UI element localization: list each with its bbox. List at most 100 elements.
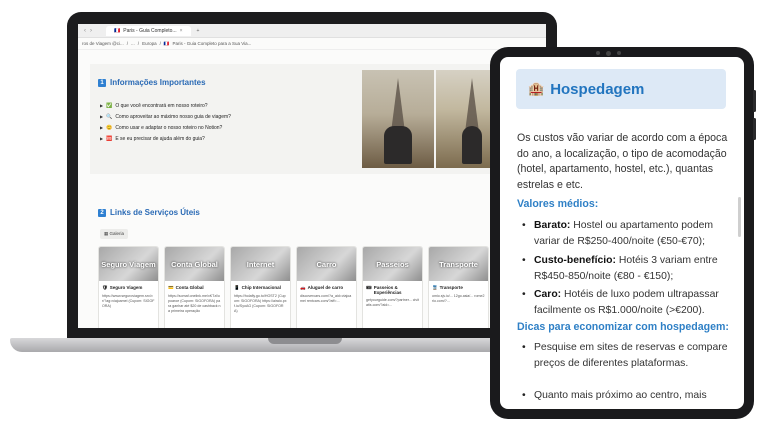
card-title: 🚗 Aluguel de carro: [297, 281, 356, 293]
eiffel-couple-photo: [362, 70, 434, 168]
card-cover: Seguro Viagem: [99, 247, 158, 281]
camera-icon: [596, 51, 600, 55]
breadcrumb-item[interactable]: Europa: [142, 41, 157, 46]
breadcrumb-item[interactable]: Paris - Guia Completo para a Sua Via...: [172, 41, 251, 46]
card-title-text: Aluguel de carro: [307, 285, 344, 290]
card-title-text: Conta Global: [175, 285, 204, 290]
card-cover: Passeios: [363, 247, 422, 281]
hotel-icon: 🏨: [528, 81, 545, 96]
toggle-item-text: Como usar e adaptar o nosso roteiro no N…: [115, 124, 223, 131]
couple-figure: [462, 126, 482, 164]
gallery-card[interactable]: Carro 🚗 Aluguel de carro discovercars.com…: [296, 246, 357, 328]
card-description: https://holafly.go.to/HOST2 (Cupom: SIGO…: [234, 294, 287, 313]
back-icon[interactable]: ‹: [84, 28, 86, 34]
tab-title: Paris - Guia Completo...: [123, 27, 177, 34]
list-item: Pesquise em sites de reservas e compare …: [520, 340, 734, 371]
list-item: Quanto mais próximo ao centro, mais: [520, 388, 734, 404]
browser-tab[interactable]: 🇫🇷 Paris - Guia Completo... ×: [106, 25, 191, 36]
camera-icon: [606, 51, 611, 56]
toggle-item[interactable]: ▶ 😊 Como usar e adaptar o nosso roteiro …: [100, 122, 231, 133]
card-cover: Internet: [231, 247, 290, 281]
card-description: discovercars.com/?a_aid=viajoamei rentca…: [300, 294, 352, 303]
gallery-card[interactable]: Conta Global 💳 Conta Global https://somaf…: [164, 246, 225, 328]
ticket-icon: 🎟: [366, 285, 372, 290]
new-tab-button[interactable]: +: [197, 28, 200, 34]
section1-title: Informações Importantes: [110, 78, 206, 87]
list-item-label: Caro:: [534, 289, 562, 300]
card-title: 🚆 Transporte: [429, 281, 488, 293]
scrollbar-thumb[interactable]: [738, 197, 741, 237]
tablet-side-button: [753, 90, 756, 112]
train-icon: 🚆: [432, 285, 438, 290]
caret-right-icon[interactable]: ▶: [100, 125, 103, 130]
breadcrumb-separator: /: [126, 41, 129, 46]
tips-heading: Dicas para economizar com hospedagem:: [517, 321, 729, 333]
sos-icon: 🆘: [106, 135, 113, 142]
caret-right-icon[interactable]: ▶: [100, 114, 103, 119]
france-flag-icon: 🇫🇷: [114, 27, 121, 34]
toggle-item-text: Como aproveitar ao máximo nosso guia de …: [115, 113, 231, 120]
services-gallery: Seguro Viagem 🛡 Seguro Viagem https://www…: [98, 246, 489, 328]
number-2-icon: 2: [98, 208, 106, 217]
gallery-card[interactable]: Transporte 🚆 Transporte omio.sjv.io/... 1…: [428, 246, 489, 328]
gallery-card[interactable]: Seguro Viagem 🛡 Seguro Viagem https://www…: [98, 246, 159, 328]
couple-figure: [384, 126, 412, 164]
card-title: 🛡 Seguro Viagem: [99, 281, 158, 293]
gallery-card[interactable]: Internet 📱 Chip Internacional https://hol…: [230, 246, 291, 328]
toggle-item[interactable]: ▶ 🔍 Como aproveitar ao máximo nosso guia…: [100, 111, 231, 122]
magnifier-icon: 🔍: [106, 113, 113, 120]
breadcrumb-item[interactable]: ...: [131, 41, 135, 46]
france-flag-icon: 🇫🇷: [163, 40, 170, 46]
card-description: https://www.seguroviagem.srv.br/?ag=viaj…: [102, 294, 155, 308]
shield-icon: 🛡: [102, 285, 108, 290]
breadcrumb-item[interactable]: ros de Viagem @ci...: [82, 41, 124, 46]
card-description: getyourguide.com/?partner... civitatis.c…: [366, 298, 419, 307]
card-title-text: Transporte: [439, 285, 463, 290]
toggle-item-text: E se eu precisar de ajuda além do guia?: [115, 135, 205, 142]
device-mockup-stage: ‹ › 🇫🇷 Paris - Guia Completo... × + ros …: [0, 0, 768, 432]
card-title-text: Passeios & Experiências: [373, 285, 402, 295]
toggle-item[interactable]: ▶ ✅ O que você encontrará em nosso rotei…: [100, 100, 231, 111]
list-item-text: Hotéis de luxo podem ultrapassar facilme…: [534, 289, 719, 316]
camera-icon: [617, 51, 621, 55]
toggle-item[interactable]: ▶ 🆘 E se eu precisar de ajuda além do gu…: [100, 133, 231, 144]
intro-paragraph: Os custos vão variar de acordo com a épo…: [517, 132, 728, 191]
card-description: omio.sjv.io/... 12go.asia/... rome2rio.c…: [432, 294, 485, 303]
card-title-text: Chip Internacional: [241, 285, 281, 290]
section-title: Hospedagem: [550, 80, 645, 98]
breadcrumb: ros de Viagem @ci... / ... / Europa / 🇫🇷…: [78, 38, 546, 50]
breadcrumb-separator: /: [159, 41, 161, 46]
card-cover: Conta Global: [165, 247, 224, 281]
gallery-view-tab[interactable]: ▦ Galeria: [100, 229, 129, 239]
tablet-screen: 🏨 Hospedagem Os custos vão variar de aco…: [500, 57, 744, 409]
card-cover: Carro: [297, 247, 356, 281]
card-title: 📱 Chip Internacional: [231, 281, 290, 293]
section1-heading: 1 Informações Importantes: [98, 78, 206, 87]
caret-right-icon[interactable]: ▶: [100, 136, 103, 141]
caret-right-icon[interactable]: ▶: [100, 103, 103, 108]
values-heading: Valores médios:: [517, 198, 599, 210]
list-item-label: Custo-benefício:: [534, 255, 616, 266]
list-item: Caro: Hotéis de luxo podem ultrapassar f…: [520, 287, 734, 318]
gallery-card[interactable]: Passeios 🎟 Passeios & Experiências getyou…: [362, 246, 423, 328]
close-icon[interactable]: ×: [180, 28, 183, 34]
card-title: 🎟 Passeios & Experiências: [363, 281, 422, 297]
section2-heading: 2 Links de Serviços Úteis: [98, 208, 200, 217]
list-item: Custo-benefício: Hotéis 3 variam entre R…: [520, 253, 734, 284]
section2-title: Links de Serviços Úteis: [110, 208, 200, 217]
phone-icon: 📱: [234, 285, 240, 290]
forward-icon[interactable]: ›: [90, 28, 92, 34]
browser-tab-bar: ‹ › 🇫🇷 Paris - Guia Completo... × +: [78, 24, 546, 38]
check-icon: ✅: [106, 102, 113, 109]
card-title: 💳 Conta Global: [165, 281, 224, 293]
gallery-view-label: Galeria: [109, 231, 125, 236]
card-description: https://somaf.onelink.me/xKTzl/opoaroe (…: [168, 294, 221, 313]
list-item-label: Barato:: [534, 220, 571, 231]
number-1-icon: 1: [98, 78, 106, 87]
laptop-screen: ‹ › 🇫🇷 Paris - Guia Completo... × + ros …: [78, 24, 546, 328]
toggle-list: ▶ ✅ O que você encontrará em nosso rotei…: [100, 100, 231, 144]
credit-card-icon: 💳: [168, 285, 174, 290]
card-cover: Transporte: [429, 247, 488, 281]
hospedagem-callout: 🏨 Hospedagem: [516, 69, 726, 109]
laptop-notch: [268, 338, 342, 344]
